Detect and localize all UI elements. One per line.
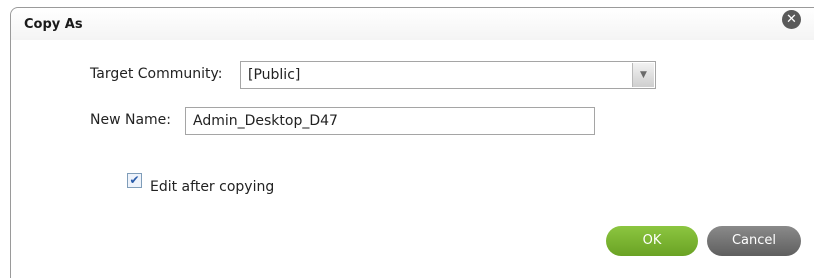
target-community-select[interactable]: [Public] ▼: [240, 61, 656, 89]
close-icon[interactable]: ✕: [782, 10, 801, 29]
target-community-value: [Public]: [248, 67, 301, 83]
dialog-title: Copy As: [24, 17, 83, 32]
ok-button[interactable]: OK: [606, 226, 698, 256]
cancel-button[interactable]: Cancel: [707, 226, 801, 256]
target-community-label: Target Community:: [90, 66, 223, 82]
new-name-input[interactable]: [185, 107, 595, 135]
dialog-title-bar: Copy As: [11, 8, 814, 40]
edit-after-copying-checkbox[interactable]: ✔: [127, 173, 142, 188]
edit-after-copying-label: Edit after copying: [150, 179, 275, 195]
new-name-label: New Name:: [90, 112, 172, 128]
chevron-down-icon[interactable]: ▼: [632, 63, 654, 87]
